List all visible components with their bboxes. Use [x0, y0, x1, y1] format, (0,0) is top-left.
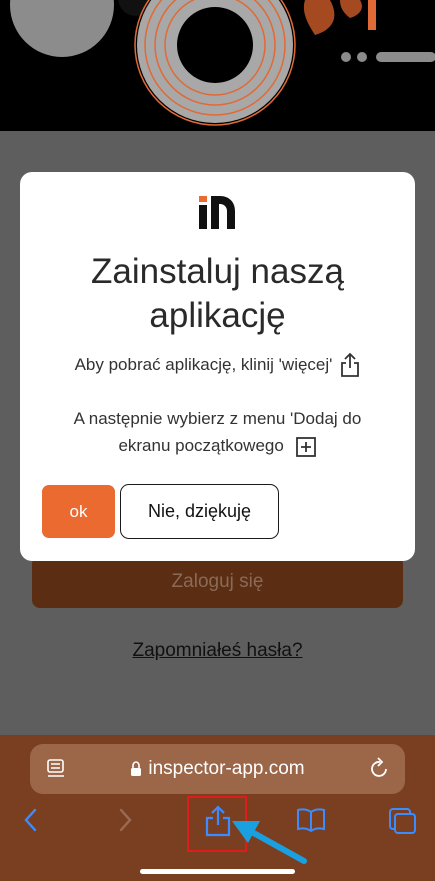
dialog-title-line1: Zainstaluj naszą	[91, 252, 344, 291]
hero-graphic	[10, 0, 435, 126]
hint-add-home: A następnie wybierz z menu 'Dodaj do ekr…	[50, 405, 385, 459]
hint-download-text: Aby pobrać aplikację, klinij 'więcej'	[74, 355, 333, 374]
hint-download: Aby pobrać aplikację, klinij 'więcej'	[20, 352, 415, 378]
hero-banner	[0, 0, 435, 131]
plus-square-icon	[295, 436, 316, 457]
install-app-dialog: Zainstaluj naszą aplikację Aby pobrać ap…	[20, 172, 415, 561]
ok-button[interactable]: ok	[42, 485, 115, 538]
home-indicator[interactable]	[140, 869, 295, 874]
login-button[interactable]: Zaloguj się	[32, 556, 403, 608]
arrow-pointer-icon	[232, 821, 307, 864]
chevron-left-icon[interactable]	[22, 807, 40, 833]
chevron-right-icon[interactable]	[116, 807, 134, 833]
hint-add-text: A następnie wybierz z menu 'Dodaj do ekr…	[73, 409, 362, 455]
dialog-title: Zainstaluj naszą aplikację	[20, 250, 415, 338]
browser-toolbar: inspector-app.com	[0, 735, 435, 881]
url-text: inspector-app.com	[148, 758, 305, 779]
url-display[interactable]: inspector-app.com	[30, 744, 405, 794]
decline-button[interactable]: Nie, dziękuję	[120, 484, 279, 539]
forgot-password-link[interactable]: Zapomniałeś hasła?	[0, 640, 435, 662]
reload-icon[interactable]	[369, 757, 391, 781]
tabs-icon[interactable]	[388, 807, 418, 835]
brand-logo	[199, 196, 235, 229]
address-bar[interactable]: inspector-app.com	[30, 744, 405, 794]
lock-icon	[131, 761, 142, 776]
share-icon	[341, 352, 360, 377]
dialog-title-line2: aplikację	[149, 296, 286, 335]
